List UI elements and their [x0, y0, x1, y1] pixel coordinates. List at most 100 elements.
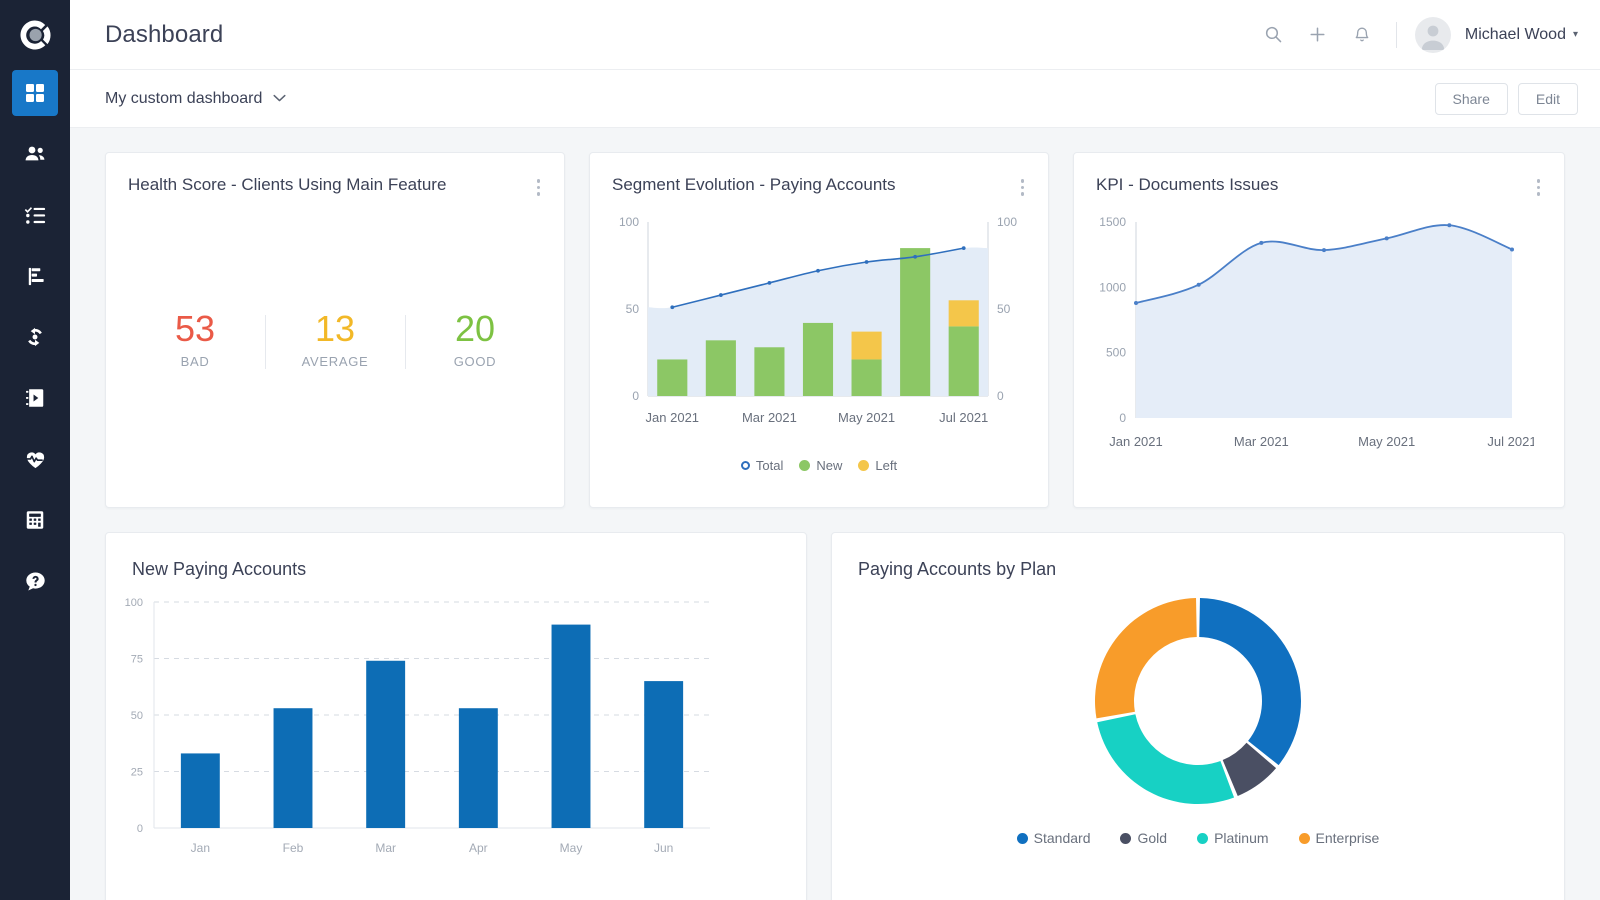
sidebar-item-sync[interactable]: [12, 314, 58, 360]
dashboard-content: Health Score - Clients Using Main Featur…: [70, 128, 1600, 900]
svg-text:Jul 2021: Jul 2021: [939, 410, 988, 425]
accounts-by-plan-legend: Standard Gold Platinum Enterprise: [1016, 830, 1380, 846]
metric-good: 20 GOOD: [405, 311, 545, 370]
legend-item-enterprise[interactable]: Enterprise: [1298, 830, 1380, 846]
svg-text:May 2021: May 2021: [838, 410, 895, 425]
avatar[interactable]: [1414, 16, 1451, 53]
users-group-icon: [25, 146, 45, 161]
user-name[interactable]: Michael Wood: [1465, 26, 1566, 44]
metric-label: AVERAGE: [301, 354, 369, 370]
svg-text:Jan 2021: Jan 2021: [646, 410, 700, 425]
main-area: Dashboard Michael Wood ▾ My custom dashb…: [70, 0, 1600, 900]
metric-label: GOOD: [453, 354, 497, 370]
card-body: 0 50 100 0 50 100 Jan 2021 Mar 2021 May 2021 Jul …: [590, 200, 1048, 508]
bell-icon: [1355, 26, 1369, 41]
card-menu-button[interactable]: [1019, 175, 1027, 200]
svg-text:75: 75: [131, 654, 143, 666]
health-score-metrics: 53 BAD 13 AVERAGE 20 GOOD: [106, 200, 564, 508]
legend-item-standard[interactable]: Standard: [1016, 830, 1090, 846]
svg-text:Feb: Feb: [283, 841, 304, 855]
card-segment-evolution: Segment Evolution - Paying Accounts 0 50 1…: [589, 152, 1049, 508]
dashboard-subheader: My custom dashboard Share Edit: [70, 70, 1600, 128]
header-divider: [1395, 21, 1397, 48]
add-button[interactable]: [1296, 13, 1340, 57]
legend-swatch-icon: [858, 459, 870, 471]
app-logo[interactable]: [0, 0, 70, 70]
card-title: Segment Evolution - Paying Accounts: [612, 175, 896, 194]
sidebar-item-playbooks[interactable]: [12, 375, 58, 421]
card-body: Standard Gold Platinum Enterprise: [832, 580, 1564, 900]
segment-evolution-legend: Total New Left: [590, 458, 1048, 487]
legend-item-left[interactable]: Left: [858, 458, 897, 473]
svg-text:Apr: Apr: [469, 841, 488, 855]
card-menu-button[interactable]: [1535, 175, 1543, 200]
card-menu-button[interactable]: [535, 175, 543, 200]
header-actions: Michael Wood ▾: [1252, 13, 1578, 57]
accounts-by-plan-donut-chart[interactable]: [1083, 586, 1313, 816]
svg-text:Mar 2021: Mar 2021: [1234, 434, 1289, 449]
svg-text:Jan: Jan: [191, 841, 210, 855]
card-header: Health Score - Clients Using Main Featur…: [106, 153, 564, 200]
card-header: Paying Accounts by Plan: [832, 533, 1564, 580]
card-header: New Paying Accounts: [106, 533, 806, 580]
search-icon: [1266, 26, 1282, 43]
legend-item-gold[interactable]: Gold: [1120, 830, 1167, 846]
sidebar-item-clients[interactable]: [12, 131, 58, 177]
legend-item-platinum[interactable]: Platinum: [1197, 830, 1269, 846]
card-body: 0 25 50 75 100 Jan Feb Mar Apr May Jun: [106, 580, 806, 900]
legend-item-new[interactable]: New: [799, 458, 842, 473]
card-kpi-documents: KPI - Documents Issues 0 500 1000 1500 Jan 2…: [1073, 152, 1565, 508]
svg-text:50: 50: [626, 302, 640, 316]
kpi-documents-chart[interactable]: 0 500 1000 1500 Jan 2021 Mar 2021 May 2021 Jul …: [1074, 200, 1534, 490]
search-button[interactable]: [1252, 13, 1296, 57]
card-health-score: Health Score - Clients Using Main Featur…: [105, 152, 565, 508]
legend-swatch-icon: [1120, 832, 1132, 844]
svg-text:0: 0: [1119, 411, 1126, 425]
dashboard-actions: Share Edit: [1434, 82, 1578, 115]
svg-text:Mar: Mar: [375, 841, 396, 855]
dashboard-row-2: New Paying Accounts 0 25 50 75 100 Jan Feb Mar A…: [105, 532, 1565, 900]
svg-text:May 2021: May 2021: [1358, 434, 1415, 449]
legend-swatch-icon: [1298, 832, 1310, 844]
clientsuccess-ring-logo-icon: [20, 20, 51, 50]
top-header: Dashboard Michael Wood ▾: [70, 0, 1600, 70]
segment-evolution-chart[interactable]: 0 50 100 0 50 100 Jan 2021 Mar 2021 May 2021 Jul …: [590, 200, 1048, 458]
sidebar-item-revenue[interactable]: [12, 497, 58, 543]
legend-label: Platinum: [1214, 830, 1269, 846]
svg-text:25: 25: [131, 767, 143, 779]
card-body: 0 500 1000 1500 Jan 2021 Mar 2021 May 2021 Jul …: [1074, 200, 1564, 508]
help-question-icon: [25, 571, 45, 591]
dashboard-selector-label[interactable]: My custom dashboard: [105, 90, 262, 108]
plus-icon: [1310, 27, 1325, 42]
svg-text:Jan 2021: Jan 2021: [1109, 434, 1163, 449]
notifications-button[interactable]: [1340, 13, 1384, 57]
svg-text:100: 100: [997, 215, 1017, 229]
legend-label: Enterprise: [1315, 830, 1380, 846]
edit-button[interactable]: Edit: [1517, 82, 1578, 115]
legend-label: Total: [755, 457, 784, 473]
user-menu-caret-icon[interactable]: ▾: [1573, 29, 1578, 40]
svg-text:May: May: [560, 841, 583, 855]
card-title: Paying Accounts by Plan: [858, 559, 1057, 579]
chevron-down-icon[interactable]: [273, 93, 286, 105]
sidebar-item-health[interactable]: [12, 436, 58, 482]
svg-text:0: 0: [997, 389, 1004, 403]
checklist-icon: [24, 206, 45, 224]
svg-text:0: 0: [632, 389, 639, 403]
svg-text:Jun: Jun: [654, 841, 673, 855]
card-accounts-by-plan: Paying Accounts by Plan Standard Gold Pl…: [831, 532, 1565, 900]
metric-label: BAD: [180, 354, 210, 370]
legend-label: New: [816, 457, 843, 473]
sync-refresh-icon: [28, 327, 42, 347]
sidebar-item-dashboard[interactable]: [12, 70, 58, 116]
sidebar-item-help[interactable]: [12, 558, 58, 604]
new-paying-accounts-chart[interactable]: 0 25 50 75 100 Jan Feb Mar Apr May Jun: [106, 580, 806, 880]
grid-dashboard-icon: [26, 84, 44, 102]
sidebar: [0, 0, 70, 900]
metric-average: 13 AVERAGE: [265, 311, 405, 370]
sidebar-item-tasks[interactable]: [12, 192, 58, 238]
sidebar-item-reports[interactable]: [12, 253, 58, 299]
legend-item-total[interactable]: Total: [740, 457, 784, 473]
share-button[interactable]: Share: [1434, 82, 1508, 115]
svg-text:1500: 1500: [1099, 215, 1126, 229]
